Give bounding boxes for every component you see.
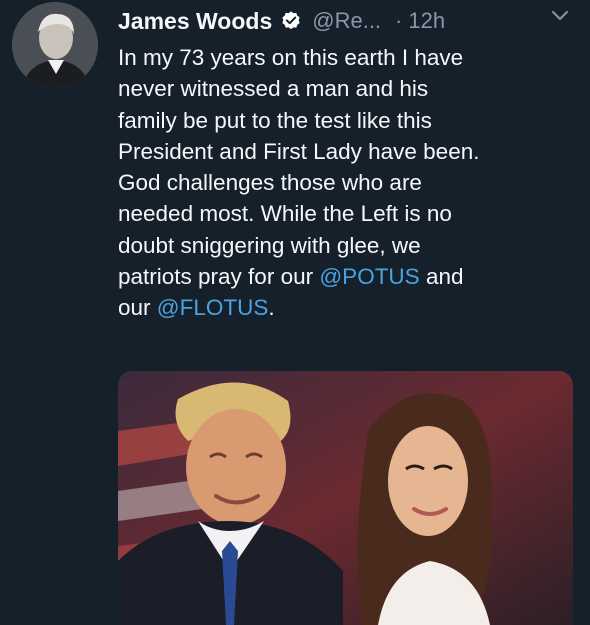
chevron-down-icon[interactable]: [550, 8, 570, 24]
avatar[interactable]: [12, 2, 98, 88]
tweet-media-photo[interactable]: [118, 371, 573, 625]
text-line: family be put to the test like this: [118, 107, 432, 133]
photo-image: [118, 371, 573, 625]
text-line: God challenges those who are: [118, 170, 422, 196]
text-line: patriots pray for our: [118, 264, 320, 290]
avatar-image: [12, 2, 98, 88]
text-line: needed most. While the Left is no: [118, 201, 452, 227]
display-name[interactable]: James Woods: [118, 8, 272, 35]
text-line: our: [118, 295, 157, 321]
verified-badge-icon: [282, 11, 300, 30]
mention-potus[interactable]: @POTUS: [319, 264, 419, 289]
text-line: and: [419, 264, 464, 290]
separator-dot: ·: [395, 8, 403, 33]
tweet-text: In my 73 years on this earth I have neve…: [118, 42, 578, 324]
text-line: .: [268, 295, 275, 321]
text-line: In my 73 years on this earth I have: [118, 45, 464, 70]
text-line: never witnessed a man and his: [118, 76, 429, 102]
mention-flotus[interactable]: @FLOTUS: [157, 295, 269, 320]
handle[interactable]: @Re...: [312, 8, 381, 34]
text-line: doubt sniggering with glee, we: [118, 232, 421, 258]
tweet-header: James Woods @Re... · 12h: [118, 4, 574, 38]
timestamp[interactable]: 12h: [408, 8, 445, 34]
text-line: President and First Lady have been.: [118, 138, 480, 164]
